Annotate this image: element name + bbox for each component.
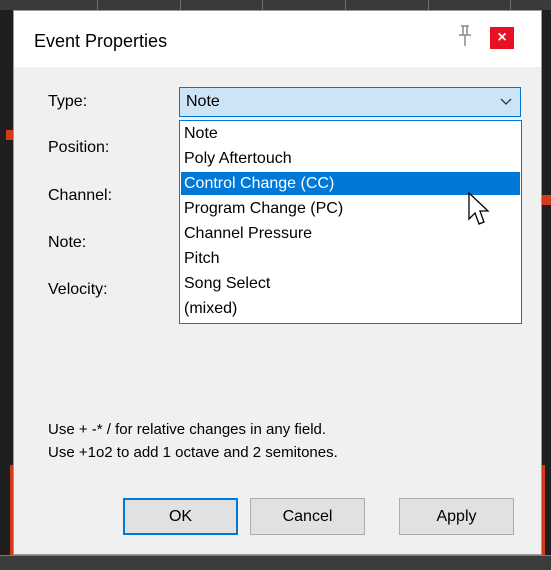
title-bar: Event Properties × [14,11,541,67]
note-label: Note: [48,234,87,251]
apply-button[interactable]: Apply [399,498,514,535]
ok-button[interactable]: OK [123,498,238,535]
mouse-cursor-icon [468,192,490,225]
cancel-button[interactable]: Cancel [250,498,365,535]
pin-icon[interactable] [455,24,475,48]
dropdown-option-mixed[interactable]: (mixed) [181,297,520,320]
hint-relative-changes: Use + -* / for relative changes in any f… [48,421,327,438]
ruler-tick [345,0,346,10]
editor-scrollbar[interactable] [0,555,551,570]
position-label: Position: [48,139,110,156]
dropdown-option-song-select[interactable]: Song Select [181,272,520,295]
event-marker [542,195,551,205]
type-select-value: Note [186,93,220,110]
ruler-tick [510,0,511,10]
type-label: Type: [48,93,88,110]
velocity-label: Velocity: [48,281,108,298]
dropdown-option-pitch[interactable]: Pitch [181,247,520,270]
ruler-tick [262,0,263,10]
event-properties-dialog: Event Properties × Type: Position: Chann… [13,10,542,555]
divider [0,555,551,556]
hint-octave-semitones: Use +1o2 to add 1 octave and 2 semitones… [48,444,338,461]
close-button[interactable]: × [490,27,514,49]
dropdown-option-poly-aftertouch[interactable]: Poly Aftertouch [181,147,520,170]
chevron-down-icon [500,98,512,105]
ruler-strip [0,0,551,10]
dialog-title: Event Properties [34,31,168,51]
event-marker [6,130,13,140]
ruler-tick [97,0,98,10]
type-select[interactable]: Note [179,87,521,117]
event-marker [542,465,545,555]
ruler-tick [180,0,181,10]
ruler-tick [428,0,429,10]
channel-label: Channel: [48,187,113,204]
dropdown-option-note[interactable]: Note [181,122,520,145]
